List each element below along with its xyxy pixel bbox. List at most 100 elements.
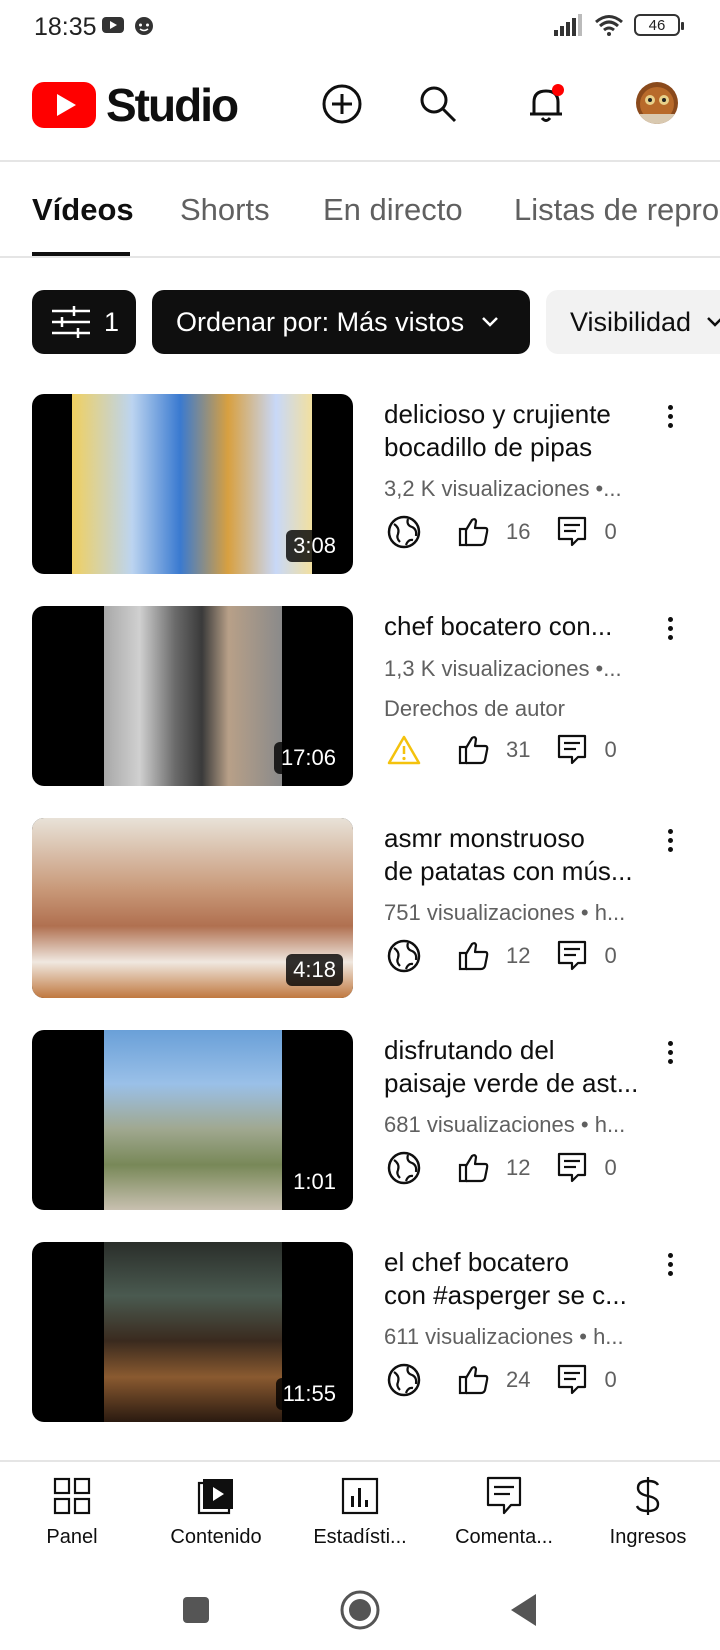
video-title-line: con #asperger se c... (384, 1280, 627, 1310)
status-system-icons: 46 (554, 14, 684, 36)
like-count: 12 (506, 1155, 531, 1180)
video-duration: 4:18 (286, 954, 343, 986)
video-row[interactable]: 4:18 asmr monstruoso de patatas con mús.… (0, 818, 720, 998)
more-options-button[interactable] (658, 610, 682, 646)
like-icon (454, 1360, 494, 1400)
status-time: 18:35 (34, 13, 97, 41)
video-title-line: de patatas con mús... (384, 856, 633, 886)
system-navigation (0, 1566, 720, 1650)
comment-count: 0 (604, 1367, 617, 1392)
nav-earnings[interactable]: Ingresos (578, 1474, 718, 1549)
account-avatar[interactable] (636, 82, 678, 124)
video-title-line: bocadillo de pipas (384, 432, 593, 462)
thumbnail-image (72, 394, 312, 574)
comment-icon (552, 512, 592, 552)
more-options-button[interactable] (658, 1246, 682, 1282)
video-title-line: el chef bocatero (384, 1247, 570, 1277)
video-duration: 17:06 (273, 742, 343, 774)
video-stats: 16 0 (384, 512, 640, 552)
tabs-divider (0, 256, 720, 258)
status-notification-icons (102, 16, 155, 38)
tab-playlists[interactable]: Listas de repro (514, 192, 719, 228)
filter-sliders-icon (52, 306, 90, 338)
video-title-line: delicioso y crujiente (384, 399, 611, 429)
chat-notification-icon (135, 17, 153, 35)
recent-apps-button[interactable] (174, 1588, 218, 1632)
like-count: 12 (506, 943, 531, 968)
sort-dropdown[interactable]: Ordenar por: Más vistos (152, 290, 530, 354)
visibility-dropdown[interactable]: Visibilidad (546, 290, 720, 354)
video-views: 1,3 K visualizaciones •... (384, 656, 622, 681)
video-duration: 11:55 (275, 1378, 343, 1410)
nav-analytics[interactable]: Estadísti... (290, 1474, 430, 1549)
signal-icon (554, 14, 582, 36)
video-stats: 12 0 (384, 936, 640, 976)
video-stats: 31 0 (384, 730, 640, 770)
notifications-button[interactable] (522, 80, 570, 128)
youtube-logo-icon (32, 82, 96, 128)
more-options-button[interactable] (658, 1034, 682, 1070)
video-title[interactable]: delicioso y crujiente bocadillo de pipas (384, 398, 654, 464)
nav-label: Ingresos (609, 1526, 687, 1548)
sort-label: Ordenar por: Más vistos (176, 306, 465, 337)
create-button[interactable] (318, 80, 366, 128)
video-thumbnail[interactable]: 3:08 (32, 394, 353, 574)
search-button[interactable] (414, 80, 462, 128)
video-thumbnail[interactable]: 4:18 (32, 818, 353, 998)
comment-count: 0 (604, 1155, 617, 1180)
like-icon (454, 936, 494, 976)
youtube-notification-icon (102, 17, 124, 33)
video-thumbnail[interactable]: 1:01 (32, 1030, 353, 1210)
video-row[interactable]: 11:55 el chef bocatero con #asperger se … (0, 1242, 720, 1422)
video-title[interactable]: asmr monstruoso de patatas con mús... (384, 822, 654, 888)
filter-bar: 1 Ordenar por: Más vistos Visibilidad (0, 290, 720, 354)
video-title-line: asmr monstruoso (384, 823, 585, 853)
bell-icon (530, 84, 564, 122)
video-views: 611 visualizaciones • h... (384, 1324, 624, 1349)
video-thumbnail[interactable]: 11:55 (32, 1242, 353, 1422)
logo-text: Studio (106, 79, 239, 131)
youtube-studio-logo[interactable]: Studio (32, 78, 239, 132)
copyright-notice[interactable]: Derechos de autor (384, 696, 654, 722)
thumbnail-image (104, 1030, 282, 1210)
video-row[interactable]: 3:08 delicioso y crujiente bocadillo de … (0, 394, 720, 574)
video-views: 751 visualizaciones • h... (384, 900, 626, 925)
nav-comments[interactable]: Comenta... (434, 1474, 574, 1549)
globe-icon (384, 1148, 424, 1188)
video-title-line: disfrutando del (384, 1035, 555, 1065)
like-count: 24 (506, 1367, 531, 1392)
video-thumbnail[interactable]: 17:06 (32, 606, 353, 786)
video-views: 3,2 K visualizaciones •... (384, 476, 622, 501)
more-options-button[interactable] (658, 822, 682, 858)
back-button[interactable] (502, 1588, 546, 1632)
filter-button[interactable]: 1 (32, 290, 136, 354)
nav-label: Comenta... (455, 1526, 553, 1548)
home-button[interactable] (338, 1588, 382, 1632)
like-icon (454, 1148, 494, 1188)
thumbnail-image (104, 606, 282, 786)
comment-count: 0 (604, 943, 617, 968)
warning-icon (384, 730, 424, 770)
comment-count: 0 (604, 737, 617, 762)
video-title[interactable]: chef bocatero con... (384, 610, 654, 643)
nav-dashboard[interactable]: Panel (2, 1474, 142, 1549)
battery-level: 46 (648, 16, 666, 34)
tab-shorts[interactable]: Shorts (180, 192, 270, 228)
more-options-button[interactable] (658, 398, 682, 434)
video-row[interactable]: 17:06 chef bocatero con... 1,3 K visuali… (0, 606, 720, 786)
tab-videos[interactable]: Vídeos (32, 192, 134, 228)
video-title[interactable]: el chef bocatero con #asperger se c... (384, 1246, 654, 1312)
tab-live[interactable]: En directo (323, 192, 463, 228)
filter-count: 1 (104, 306, 120, 337)
globe-icon (384, 936, 424, 976)
search-icon (420, 86, 457, 123)
like-count: 31 (506, 737, 531, 762)
video-stats: 12 0 (384, 1148, 640, 1188)
video-duration: 1:01 (286, 1166, 343, 1198)
app-header: Studio (0, 62, 720, 162)
nav-content[interactable]: Contenido (146, 1474, 286, 1549)
comment-icon (552, 1148, 592, 1188)
video-row[interactable]: 1:01 disfrutando del paisaje verde de as… (0, 1030, 720, 1210)
like-icon (454, 512, 494, 552)
video-title[interactable]: disfrutando del paisaje verde de ast... (384, 1034, 654, 1100)
